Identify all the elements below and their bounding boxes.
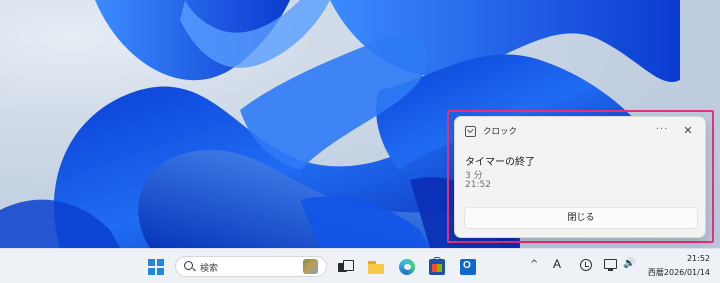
edge-browser-icon[interactable] (399, 259, 415, 275)
tray-time[interactable]: 21:52 (642, 254, 710, 263)
task-view-icon[interactable] (337, 259, 354, 275)
clock-tray-icon[interactable] (580, 259, 592, 271)
notification-header: クロック ··· ✕ (455, 117, 705, 147)
tray-overflow-chevron-icon[interactable]: ^ (530, 259, 538, 270)
start-logo-tile (148, 267, 156, 275)
clock-app-icon (465, 126, 476, 137)
notification-time: 21:52 (465, 180, 491, 190)
network-icon[interactable] (604, 259, 617, 271)
start-logo-tile (148, 259, 156, 267)
start-logo-tile (156, 259, 164, 267)
notification-more-button[interactable]: ··· (653, 124, 671, 138)
notification-app-name: クロック (483, 127, 518, 137)
search-icon (184, 261, 193, 270)
taskbar-search-box[interactable]: 検索 (175, 256, 327, 277)
start-button[interactable] (148, 259, 164, 275)
ime-mode-indicator[interactable]: A (553, 257, 561, 271)
microsoft-store-icon[interactable] (429, 257, 445, 275)
tray-date[interactable]: 西暦2026/01/14 (642, 267, 710, 278)
volume-icon[interactable]: 🔊 (623, 258, 635, 269)
search-placeholder: 検索 (200, 264, 219, 274)
file-explorer-icon[interactable] (368, 259, 384, 275)
start-logo-tile (156, 267, 164, 275)
outlook-icon[interactable] (460, 259, 476, 275)
dismiss-button[interactable]: 閉じる (464, 207, 698, 229)
notification-toast[interactable]: クロック ··· ✕ タイマーの終了 3 分 21:52 閉じる (454, 116, 706, 238)
taskbar: 検索 ^ A 🔊 21:52 西暦2026/01/14 (0, 248, 720, 283)
search-highlight-icon[interactable] (303, 259, 318, 274)
notification-title: タイマーの終了 (465, 157, 535, 168)
notification-close-button[interactable]: ✕ (681, 124, 695, 138)
